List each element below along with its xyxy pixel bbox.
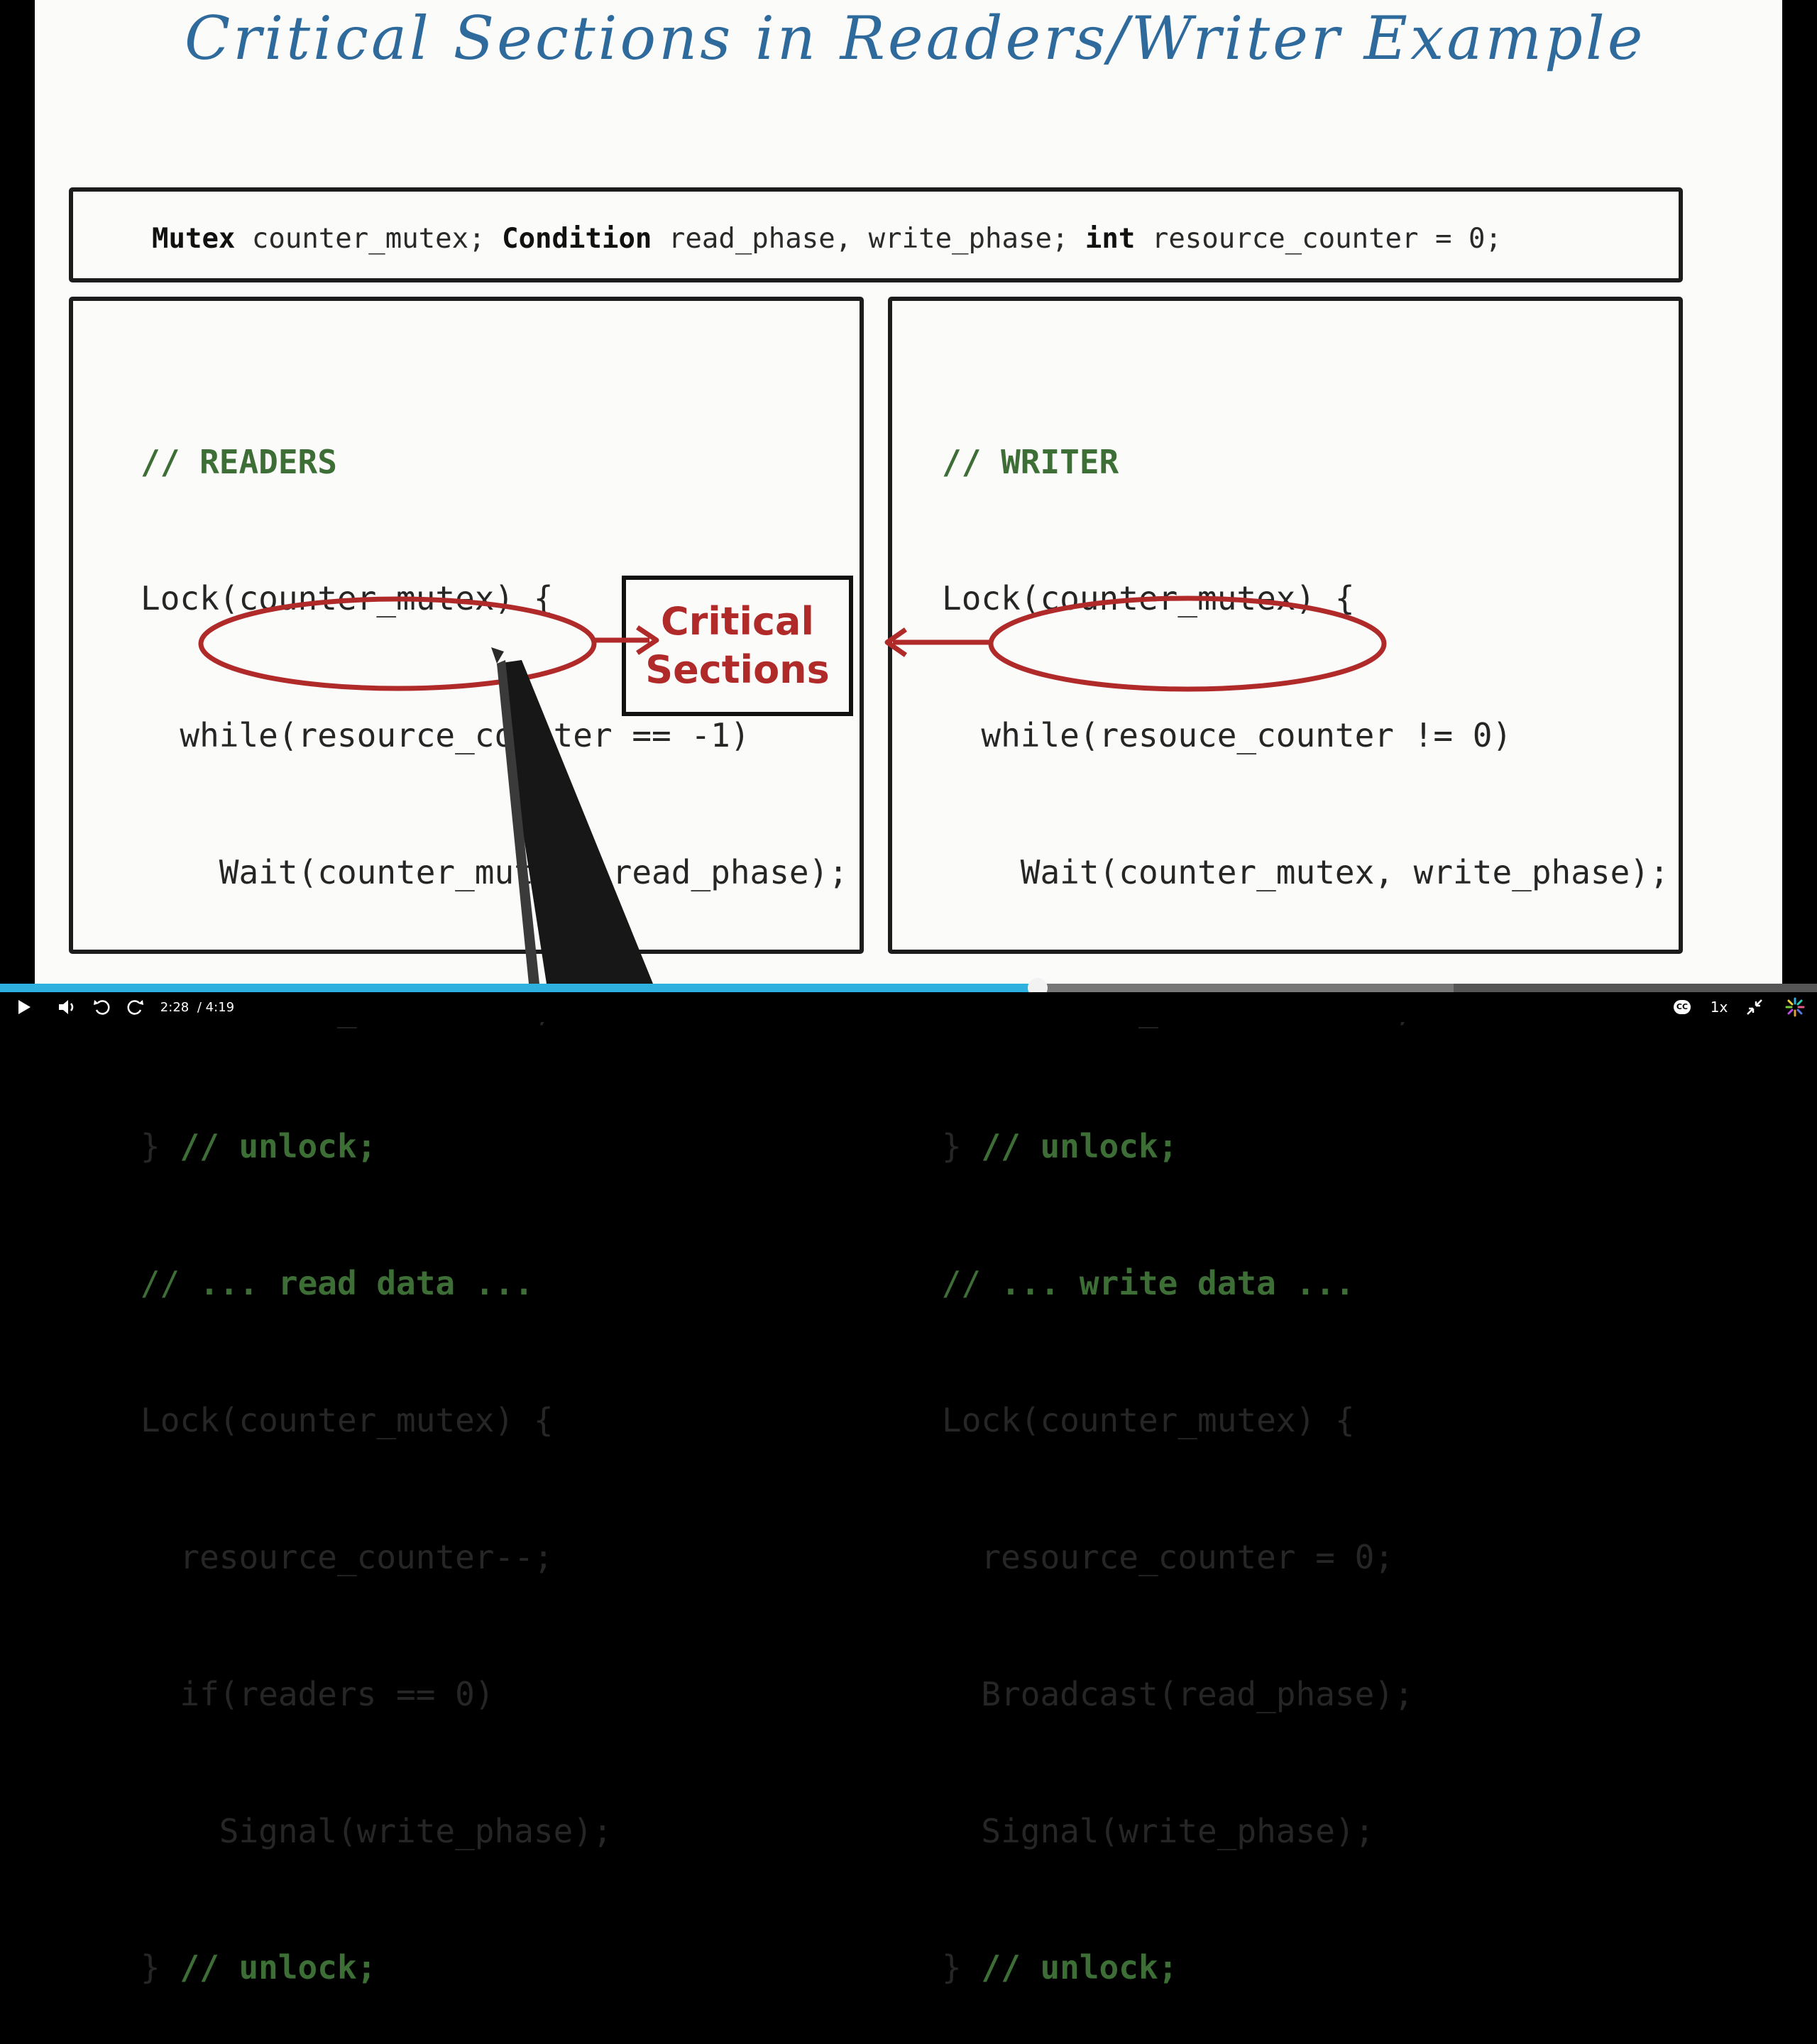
forward-icon [127, 1000, 143, 1015]
rewind-button[interactable] [88, 992, 116, 1022]
exit-fullscreen-button[interactable] [1740, 992, 1769, 1022]
unlock-comment: // unlock; [981, 1948, 1178, 1987]
code-line: Lock(counter_mutex) { [942, 1400, 1355, 1439]
play-icon [18, 1000, 31, 1014]
unlock-comment: // unlock; [180, 1127, 377, 1166]
kw-mutex: Mutex [152, 223, 236, 255]
player-controls: 2:28 / 4:19 CC 1x [0, 992, 1817, 1022]
code-line: resource_counter = 0; [942, 1537, 1394, 1576]
captions-icon: CC [1674, 1000, 1691, 1014]
critical-sections-box: Critical Sections [622, 576, 853, 716]
unlock-comment: // unlock; [981, 1127, 1178, 1166]
code-line-unlock: } // unlock; [942, 1945, 1669, 1990]
condition-vars: read_phase, write_phase; [652, 223, 1085, 255]
rewind-icon [94, 1000, 110, 1015]
code-line: Lock(counter_mutex) { [942, 579, 1355, 618]
code-line: Wait(counter_mutex, read_phase); [141, 853, 848, 892]
code-line: if(readers == 0) [141, 1674, 495, 1713]
code-line-write-data: // ... write data ... [942, 1260, 1669, 1306]
code-line-unlock: } // unlock; [141, 1123, 848, 1169]
closing-brace: } [141, 1127, 180, 1166]
captions-button[interactable]: CC [1668, 992, 1696, 1022]
volume-icon [59, 1000, 74, 1014]
code-line-read-data: // ... read data ... [141, 1260, 848, 1306]
writer-code-box: // WRITER Lock(counter_mutex) { while(re… [888, 297, 1683, 1987]
writer-comment: // WRITER [942, 442, 1119, 481]
slide-title: Critical Sections in Readers/Writer Exam… [185, 4, 1646, 73]
code-line: Broadcast(read_phase); [942, 1674, 1414, 1713]
current-time: 2:28 [160, 999, 190, 1015]
play-button[interactable] [10, 992, 38, 1022]
code-line: Lock(counter_mutex) { [141, 1400, 554, 1439]
int-var: resource_counter = 0; [1135, 223, 1502, 255]
total-time: / 4:19 [197, 999, 235, 1015]
readers-comment: // READERS [141, 442, 337, 481]
writer-code: // WRITER Lock(counter_mutex) { while(re… [942, 348, 1669, 2044]
code-line: while(resource_counter == -1) [141, 716, 750, 755]
playback-speed-button[interactable]: 1x [1705, 992, 1733, 1022]
code-line: while(resouce_counter != 0) [942, 716, 1513, 755]
read-data-text: ... read data ... [199, 1263, 534, 1302]
unlock-comment: // unlock; [180, 1948, 377, 1987]
code-line: Signal(write_phase); [942, 1811, 1375, 1850]
code-line: Wait(counter_mutex, write_phase); [942, 853, 1669, 892]
volume-button[interactable] [53, 992, 82, 1022]
write-data-text: ... write data ... [1001, 1263, 1355, 1302]
code-line-unlock: } // unlock; [141, 1945, 848, 1990]
exit-fullscreen-icon [1747, 999, 1762, 1015]
closing-brace: } [942, 1948, 982, 1987]
mutex-var: counter_mutex; [235, 223, 503, 255]
declaration-line: Mutex counter_mutex; Condition read_phas… [152, 214, 1502, 264]
comment-slashes: // [942, 1263, 1001, 1302]
declaration-box: Mutex counter_mutex; Condition read_phas… [69, 187, 1683, 282]
brand-logo-icon [1780, 992, 1810, 1022]
kw-condition: Condition [502, 223, 652, 255]
kw-int: int [1085, 223, 1136, 255]
code-line: Signal(write_phase); [141, 1811, 613, 1850]
critical-sections-label: Critical Sections [645, 599, 830, 692]
closing-brace: } [141, 1948, 180, 1987]
code-line: resource_counter--; [141, 1537, 554, 1576]
closing-brace: } [942, 1127, 982, 1166]
progress-bar[interactable] [0, 978, 1817, 998]
loader-star-icon [1785, 997, 1805, 1017]
comment-slashes: // [141, 1263, 200, 1302]
progress-played [0, 984, 1038, 992]
code-line-unlock: } // unlock; [942, 1123, 1669, 1169]
forward-button[interactable] [121, 992, 149, 1022]
